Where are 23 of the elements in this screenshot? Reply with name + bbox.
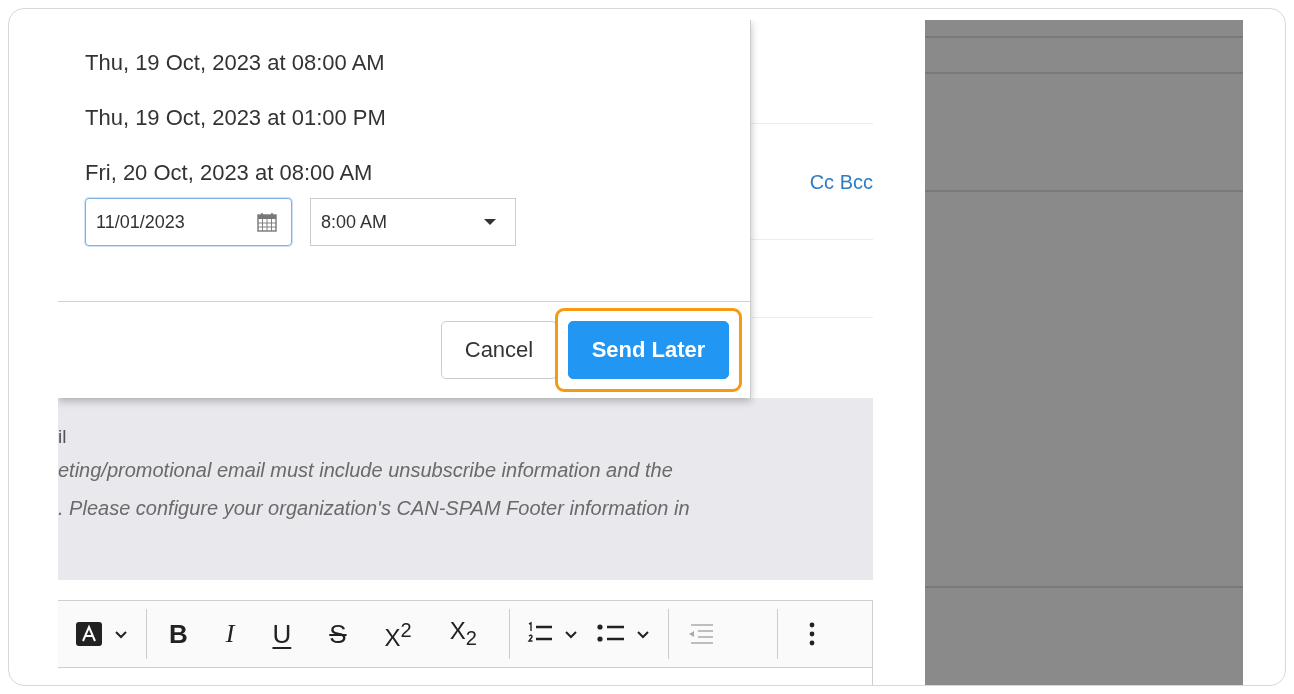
schedule-option[interactable]: Thu, 19 Oct, 2023 at 08:00 AM xyxy=(85,50,385,105)
chevron-icon[interactable] xyxy=(635,629,650,639)
underline-button[interactable]: U xyxy=(266,619,298,649)
more-options-icon[interactable] xyxy=(807,621,816,647)
time-select[interactable]: 8:00 AM xyxy=(310,198,516,246)
schedule-option[interactable]: Thu, 19 Oct, 2023 at 01:00 PM xyxy=(85,105,386,160)
bold-button[interactable]: B xyxy=(163,619,194,649)
notice-title: il xyxy=(58,425,67,449)
notice-text: eting/promotional email must include unsubscribe information and the xyxy=(58,458,673,483)
schedule-option[interactable]: Fri, 20 Oct, 2023 at 08:00 AM xyxy=(85,160,373,198)
strikethrough-button[interactable]: S xyxy=(323,619,353,649)
italic-button[interactable]: I xyxy=(219,619,241,649)
dropdown-arrow-icon xyxy=(483,218,497,226)
date-field[interactable]: 11/01/2023 xyxy=(85,198,292,246)
script-button[interactable]: X$^{2}$ xyxy=(378,615,418,653)
cancel-button[interactable]: Cancel xyxy=(441,321,557,379)
chevron-icon[interactable] xyxy=(114,629,128,639)
calendar-icon[interactable] xyxy=(256,211,278,233)
script-button[interactable]: X$_{2}$ xyxy=(443,615,483,653)
chevron-icon[interactable] xyxy=(563,629,578,639)
text-color-icon[interactable] xyxy=(74,621,104,647)
cc-bcc-link[interactable]: Cc Bcc xyxy=(809,170,873,194)
notice-text: . Please configure your organization's CAN-SPAM Footer information in xyxy=(58,496,690,521)
